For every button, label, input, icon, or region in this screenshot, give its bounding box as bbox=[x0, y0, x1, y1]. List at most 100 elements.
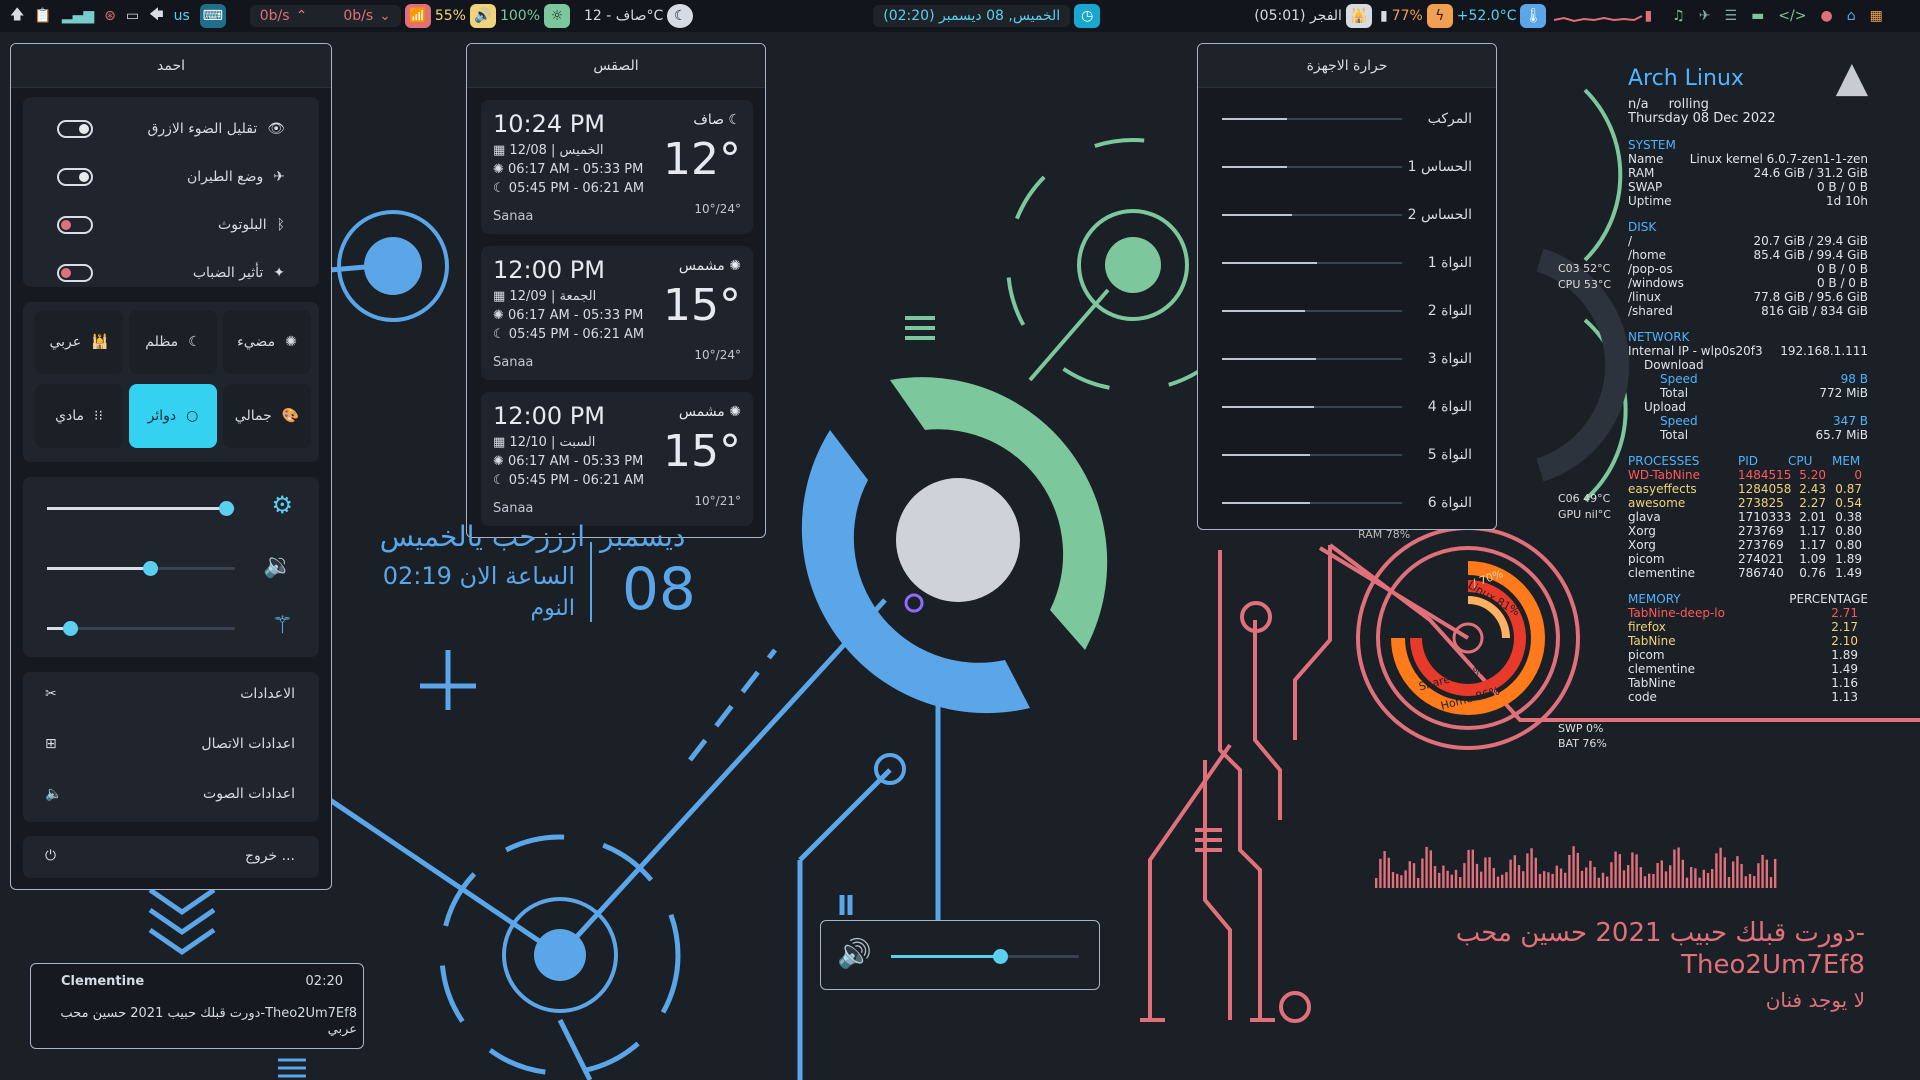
disk-header: DISK bbox=[1628, 220, 1657, 234]
process-cell: 273769 bbox=[1738, 524, 1784, 538]
keyboard-icon[interactable]: ⌨ bbox=[199, 4, 226, 28]
charging-icon: ϟ bbox=[1426, 4, 1453, 28]
theme-arabic[interactable]: عربي 🕌 bbox=[35, 310, 123, 374]
visualizer-bar bbox=[1698, 877, 1701, 888]
brightness-value: 55% bbox=[434, 8, 466, 24]
sun-icon[interactable]: ☼ bbox=[544, 4, 571, 28]
memory-row: TabNine 1.16 bbox=[1628, 676, 1868, 690]
code-icon[interactable]: </> bbox=[1778, 8, 1806, 24]
layout-icon[interactable]: ▦ bbox=[1870, 8, 1883, 24]
theme-material[interactable]: مادي ⁝⁝ bbox=[35, 384, 123, 448]
upload-label: Upload bbox=[1644, 400, 1687, 414]
panel-title: حرارة الاجهزة bbox=[1198, 44, 1496, 88]
disk-label: /shared bbox=[1628, 304, 1673, 318]
process-cell: 1.09 bbox=[1799, 552, 1826, 566]
theme-aesthetic[interactable]: جمالي 🎨 bbox=[223, 384, 311, 448]
steam-icon[interactable]: ⊛ bbox=[104, 8, 116, 24]
version-channel: rolling bbox=[1668, 97, 1709, 112]
memory-row: picom 1.89 bbox=[1628, 648, 1868, 662]
toggle-label: البلوتوث bbox=[218, 217, 267, 233]
toggle-row-blur[interactable]: تأثير الضباب ✦ bbox=[57, 264, 285, 282]
upload-total-row: Total 65.7 MiB bbox=[1628, 428, 1868, 442]
weather-temp: 15° bbox=[663, 426, 741, 477]
toggle-row-bluelight[interactable]: تقليل الضوء الازرق 👁 bbox=[57, 120, 285, 138]
process-cell: 1484515 bbox=[1738, 468, 1792, 482]
download-label: Download bbox=[1644, 358, 1704, 372]
visualizer-bar bbox=[1639, 867, 1642, 888]
upload-speed-row: Speed 347 B bbox=[1628, 414, 1868, 428]
folder-icon[interactable]: ▬ bbox=[1751, 8, 1764, 24]
speaker-icon: 🔊 bbox=[837, 937, 872, 970]
temp-row: النواة 6 bbox=[1222, 488, 1472, 518]
blur-toggle[interactable] bbox=[57, 264, 93, 282]
visualizer-bar bbox=[1450, 874, 1453, 888]
menu-network-settings[interactable]: ⊞ اعدادات الاتصال bbox=[45, 736, 295, 752]
bluetooth-toggle[interactable] bbox=[57, 216, 93, 234]
signal-icon[interactable]: ▂▄▆ bbox=[62, 8, 94, 24]
player-name: Clementine bbox=[61, 974, 145, 989]
telegram-icon[interactable]: ✈ bbox=[1699, 8, 1711, 24]
memory-row: clementine 1.49 bbox=[1628, 662, 1868, 676]
logout-button[interactable]: ⏻ خروج ... bbox=[45, 848, 295, 864]
top-bar: 🡅 📋 ▂▄▆ ⊛ ▭ 🡄 us ⌨ 0b/s ⌃ 0b/s ⌄ 📶 55% 🔊… bbox=[0, 0, 1920, 32]
music-icon[interactable]: ♫ bbox=[1672, 8, 1685, 24]
disk-label: /home bbox=[1628, 248, 1667, 262]
sunrise-text: 06:17 AM - 05:33 PM bbox=[508, 454, 644, 469]
menu-sound-settings[interactable]: 🔈 اعدادات الصوت bbox=[45, 786, 295, 802]
disk-label: /linux bbox=[1628, 290, 1662, 304]
visualizer-bar bbox=[1669, 865, 1672, 888]
arrow-left-icon[interactable]: 🡄 bbox=[149, 4, 163, 28]
menu-settings[interactable]: ✂ الاعدادات bbox=[45, 686, 295, 702]
toggle-row-airplane[interactable]: وضع الطيران ✈ bbox=[57, 168, 285, 186]
volume-icon[interactable]: 🔊 bbox=[469, 4, 496, 28]
visualizer-bar bbox=[1551, 873, 1554, 888]
pid-column: PID bbox=[1738, 454, 1759, 468]
temp-bar-fill bbox=[1222, 454, 1311, 456]
bluelight-toggle[interactable] bbox=[57, 120, 93, 138]
system-label: SWAP bbox=[1628, 180, 1663, 194]
toggle-label: وضع الطيران bbox=[186, 169, 264, 185]
airplane-toggle[interactable] bbox=[57, 168, 93, 186]
wifi-icon[interactable]: 📶 bbox=[404, 4, 431, 28]
weather-time: 10:24 PM bbox=[493, 110, 605, 138]
visualizer-bar bbox=[1496, 876, 1500, 888]
processes-header: PROCESSES PID CPU MEM bbox=[1628, 454, 1868, 468]
home-icon[interactable]: ⌂ bbox=[1847, 8, 1856, 24]
browser-icon[interactable]: ● bbox=[1820, 8, 1832, 24]
process-cell: 1.89 bbox=[1835, 552, 1862, 566]
volume-osd-slider[interactable] bbox=[891, 949, 1079, 964]
grid-icon: ⁝⁝ bbox=[94, 408, 103, 424]
arrow-up-icon[interactable]: 🡅 bbox=[10, 4, 24, 28]
database-icon[interactable]: ☰ bbox=[1725, 8, 1738, 24]
keyboard-layout[interactable]: us bbox=[174, 8, 190, 24]
process-cell: 1.49 bbox=[1835, 566, 1862, 580]
processes-title: PROCESSES bbox=[1628, 454, 1700, 468]
blur-slider[interactable] bbox=[47, 621, 235, 636]
weather-date: ▦ الجمعة | 12/09 bbox=[493, 289, 597, 304]
toggles-card: تقليل الضوء الازرق 👁 وضع الطيران ✈ البلوتو… bbox=[23, 97, 319, 287]
visualizer-bar bbox=[1379, 858, 1382, 888]
clock-text[interactable]: الخميس, 08 ديسمبر (02:20) bbox=[883, 8, 1060, 24]
temp-row: النواة 2 bbox=[1222, 296, 1472, 326]
disk-value: 85.4 GiB / 99.4 GiB bbox=[1753, 248, 1868, 262]
brightness-slider[interactable] bbox=[47, 501, 235, 516]
temp-bar bbox=[1222, 166, 1402, 168]
volume-slider[interactable] bbox=[47, 561, 235, 576]
theme-dark[interactable]: مظلم ☾ bbox=[129, 310, 217, 374]
core03-temp-label: C03 52°C bbox=[1558, 262, 1611, 275]
weather-panel: الصقس 10:24 PM ▦ الخميس | 12/08 ✺ 06:17 … bbox=[466, 43, 766, 538]
temp-bar-fill bbox=[1222, 166, 1287, 168]
visualizer-bar bbox=[1744, 876, 1747, 888]
window-icon[interactable]: ▭ bbox=[126, 8, 139, 24]
clipboard-icon[interactable]: 📋 bbox=[34, 8, 51, 24]
visualizer-bar bbox=[1555, 865, 1558, 888]
memory-process: TabNine bbox=[1628, 634, 1676, 648]
theme-circles[interactable]: دوائر ○ bbox=[129, 384, 217, 448]
memory-header: MEMORY PERCENTAGE bbox=[1628, 592, 1868, 606]
theme-light[interactable]: مضيء ✺ bbox=[223, 310, 311, 374]
total-label: Total bbox=[1660, 386, 1689, 400]
temp-row: النواة 3 bbox=[1222, 344, 1472, 374]
visualizer-bar bbox=[1723, 857, 1726, 888]
process-cell: 273769 bbox=[1738, 538, 1784, 552]
toggle-row-bluetooth[interactable]: البلوتوث ᛒ bbox=[57, 216, 285, 234]
